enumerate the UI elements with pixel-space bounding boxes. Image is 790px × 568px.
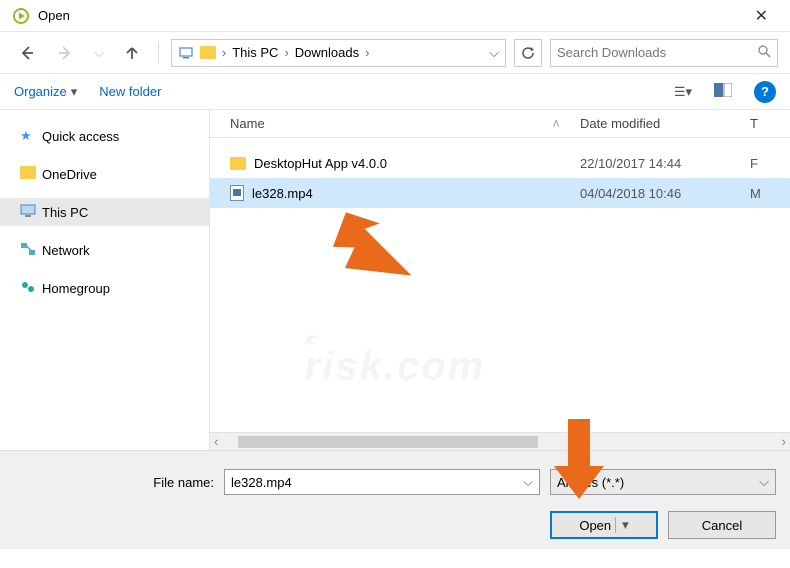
sidebar-item-homegroup[interactable]: Homegroup [0, 274, 209, 302]
filename-label: File name: [14, 475, 214, 490]
recent-dropdown[interactable]: ⌵ [88, 41, 110, 65]
column-header-date[interactable]: Date modified [580, 116, 750, 131]
sidebar-item-quick-access[interactable]: ★Quick access [0, 122, 209, 150]
file-type-filter[interactable]: All files (*.*)⌵ [550, 469, 776, 495]
chevron-right-icon: › [222, 45, 226, 60]
column-header-name[interactable]: Name˄ [210, 116, 580, 131]
chevron-down-icon: ▾ [71, 84, 78, 100]
search-input[interactable] [550, 39, 778, 67]
chevron-down-icon[interactable]: ⌵ [523, 474, 533, 490]
sidebar: ★Quick access OneDrive This PC Network H… [0, 110, 210, 450]
refresh-button[interactable] [514, 39, 542, 67]
open-button[interactable]: Open ▾ [550, 511, 658, 539]
breadcrumb-item[interactable]: Downloads [295, 45, 359, 60]
pc-icon [178, 45, 194, 61]
up-button[interactable] [118, 41, 146, 65]
sort-indicator-icon: ˄ [552, 116, 560, 131]
forward-button[interactable] [50, 40, 80, 66]
back-button[interactable] [12, 40, 42, 66]
app-icon [12, 7, 30, 25]
network-icon [20, 242, 36, 258]
search-icon [758, 45, 771, 61]
folder-icon [230, 157, 246, 170]
file-row[interactable]: DesktopHut App v4.0.0 22/10/2017 14:44 F [210, 148, 790, 178]
chevron-down-icon[interactable]: ⌵ [489, 45, 499, 61]
scrollbar-thumb[interactable] [238, 436, 538, 448]
chevron-right-icon: › [365, 45, 369, 60]
sidebar-item-network[interactable]: Network [0, 236, 209, 264]
view-preview-icon[interactable] [714, 83, 732, 100]
breadcrumb-item[interactable]: This PC [232, 45, 278, 60]
chevron-down-icon: ⌵ [759, 474, 769, 490]
homegroup-icon [20, 280, 36, 296]
folder-icon [20, 166, 36, 182]
new-folder-button[interactable]: New folder [99, 84, 161, 99]
filename-input[interactable]: ⌵ [224, 469, 540, 495]
cancel-button[interactable]: Cancel [668, 511, 776, 539]
sidebar-item-this-pc[interactable]: This PC [0, 198, 209, 226]
pc-icon [20, 204, 36, 220]
folder-icon [200, 45, 216, 61]
close-button[interactable]: ✕ [745, 2, 778, 30]
file-row[interactable]: le328.mp4 04/04/2018 10:46 M [210, 178, 790, 208]
sidebar-item-onedrive[interactable]: OneDrive [0, 160, 209, 188]
scroll-right-icon[interactable]: › [782, 434, 786, 449]
organize-button[interactable]: Organize ▾ [14, 84, 77, 100]
star-icon: ★ [20, 128, 36, 144]
horizontal-scrollbar[interactable]: ‹› [210, 432, 790, 450]
scroll-left-icon[interactable]: ‹ [214, 434, 218, 449]
window-title: Open [38, 8, 745, 23]
chevron-right-icon: › [284, 45, 288, 60]
help-button[interactable]: ? [754, 81, 776, 103]
breadcrumb[interactable]: › This PC › Downloads › ⌵ [171, 39, 506, 67]
view-list-icon[interactable]: ☰▾ [674, 84, 692, 100]
column-header-type[interactable]: T [750, 116, 790, 131]
video-file-icon [230, 185, 244, 201]
chevron-down-icon[interactable]: ▾ [615, 517, 629, 533]
